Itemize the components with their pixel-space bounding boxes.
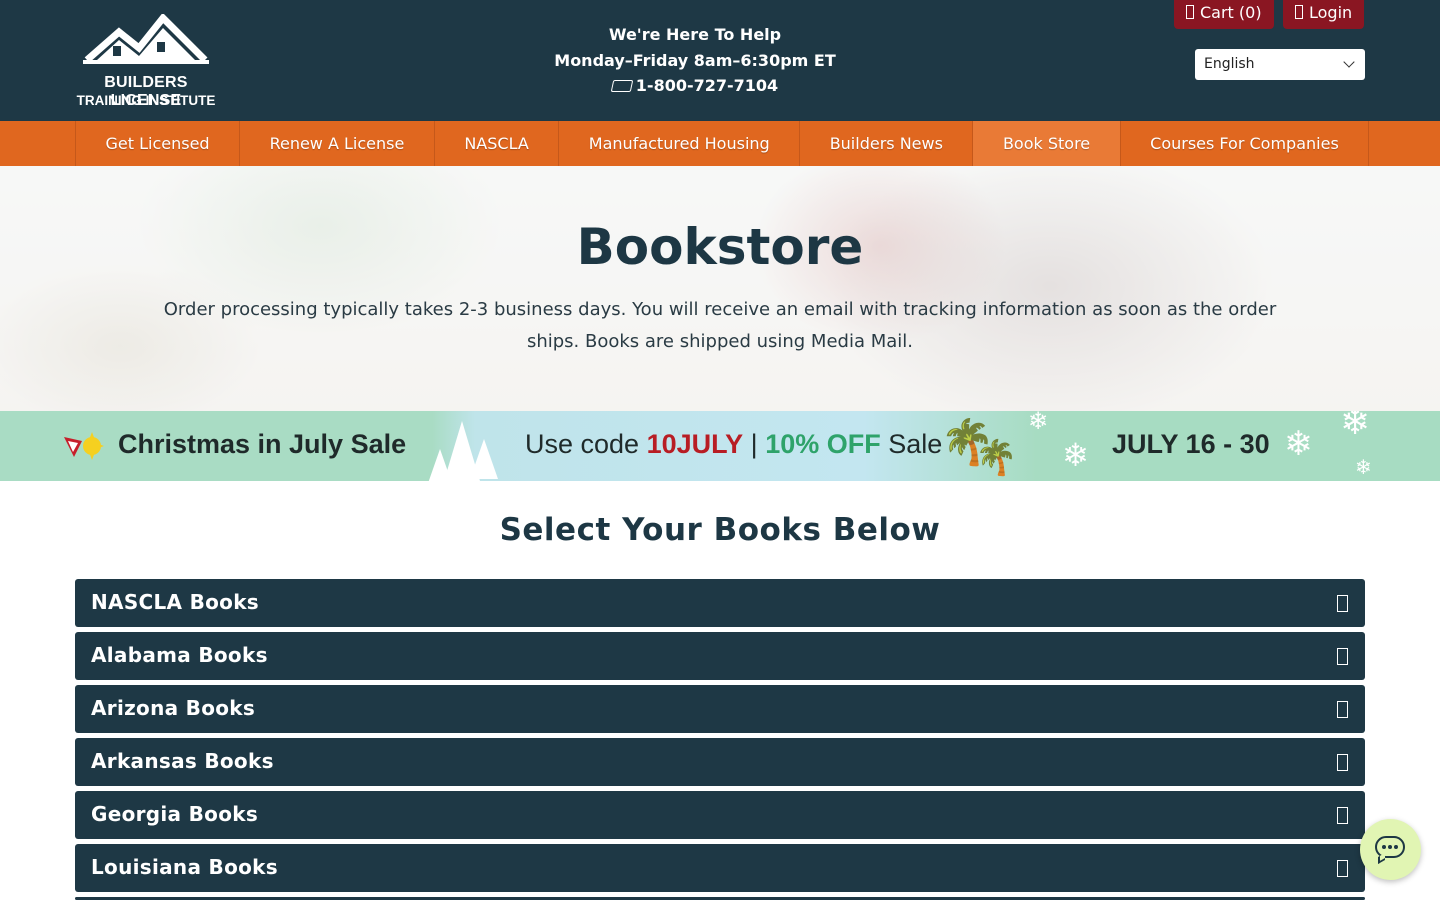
chat-dot bbox=[1394, 845, 1398, 849]
sale-suffix: Sale bbox=[880, 429, 943, 459]
nav-item-builders-news[interactable]: Builders News bbox=[800, 121, 974, 166]
discount-amount: 10% OFF bbox=[765, 429, 881, 459]
help-title: We're Here To Help bbox=[608, 25, 782, 44]
books-section-title: Select Your Books Below bbox=[499, 512, 941, 548]
page-title: Bookstore bbox=[576, 218, 864, 276]
phone-number[interactable]: 1-800-727-7104 bbox=[636, 76, 778, 95]
phone-icon bbox=[610, 80, 634, 92]
login-icon bbox=[1295, 5, 1303, 19]
language-value: English bbox=[1204, 56, 1255, 72]
cart-label: Cart (0) bbox=[1200, 3, 1262, 22]
accordion-label: Louisiana Books bbox=[91, 855, 278, 879]
sun-ornament-icon bbox=[64, 432, 104, 460]
accordion-georgia-books[interactable]: Georgia Books bbox=[75, 791, 1365, 839]
expand-icon bbox=[1337, 701, 1348, 718]
chevron-down-icon bbox=[1343, 56, 1355, 68]
expand-icon bbox=[1337, 648, 1348, 665]
snowflake-icon: ❄ bbox=[1355, 455, 1372, 479]
expand-icon bbox=[1337, 860, 1348, 877]
accordion-louisiana-books[interactable]: Louisiana Books bbox=[75, 844, 1365, 892]
accordion-label: Arizona Books bbox=[91, 696, 256, 720]
login-button[interactable]: Login bbox=[1283, 0, 1365, 29]
accordion-nascla-books[interactable]: NASCLA Books bbox=[75, 579, 1365, 627]
accordion-label: NASCLA Books bbox=[91, 590, 260, 614]
site-logo[interactable]: BUILDERS LICENSE TRAINING INSTITUTE bbox=[75, 14, 220, 110]
accordion-label: Alabama Books bbox=[91, 643, 268, 667]
expand-icon bbox=[1337, 595, 1348, 612]
hero-section: Bookstore Order processing typically tak… bbox=[0, 166, 1440, 411]
snowflake-icon: ❄ bbox=[1028, 411, 1049, 435]
sale-title: Christmas in July Sale bbox=[118, 429, 407, 459]
cart-icon bbox=[1186, 5, 1194, 19]
site-header: BUILDERS LICENSE TRAINING INSTITUTE We'r… bbox=[0, 0, 1440, 121]
house-logo-icon bbox=[83, 14, 209, 64]
expand-icon bbox=[1337, 807, 1348, 824]
nav-item-get-licensed[interactable]: Get Licensed bbox=[76, 121, 241, 166]
help-contact: We're Here To Help Monday–Friday 8am–6:3… bbox=[530, 22, 860, 99]
nav-item-manufactured-housing[interactable]: Manufactured Housing bbox=[559, 121, 801, 166]
nav-item-book-store[interactable]: Book Store bbox=[973, 121, 1121, 166]
sale-code-text: Use code 10JULY | 10% OFF Sale bbox=[525, 429, 942, 460]
sale-prefix: Use code bbox=[525, 429, 647, 459]
tree-icon bbox=[470, 439, 498, 479]
expand-icon bbox=[1337, 754, 1348, 771]
help-hours: Monday–Friday 8am–6:30pm ET bbox=[554, 50, 836, 70]
chat-button[interactable] bbox=[1360, 819, 1421, 880]
nav-item-renew-license[interactable]: Renew A License bbox=[240, 121, 435, 166]
language-select[interactable]: English bbox=[1195, 49, 1365, 80]
accordion-label: Arkansas Books bbox=[91, 749, 274, 773]
nav-list: Get Licensed Renew A License NASCLA Manu… bbox=[75, 121, 1370, 166]
nav-item-nascla[interactable]: NASCLA bbox=[435, 121, 560, 166]
main-nav: Get Licensed Renew A License NASCLA Manu… bbox=[0, 121, 1440, 166]
nav-item-courses-for-companies[interactable]: Courses For Companies bbox=[1121, 121, 1370, 166]
accordion-arizona-books[interactable]: Arizona Books bbox=[75, 685, 1365, 733]
hero-description: Order processing typically takes 2-3 bus… bbox=[163, 299, 1277, 352]
sale-separator: | bbox=[743, 429, 766, 459]
login-label: Login bbox=[1309, 3, 1353, 22]
help-phone[interactable]: 1-800-727-7104 bbox=[530, 73, 860, 99]
sale-banner[interactable]: Christmas in July Sale Use code 10JULY |… bbox=[0, 411, 1440, 481]
chat-dot bbox=[1388, 845, 1392, 849]
promo-code: 10JULY bbox=[646, 429, 744, 459]
accordion-alabama-books[interactable]: Alabama Books bbox=[75, 632, 1365, 680]
accordion-label: Georgia Books bbox=[91, 802, 259, 826]
snowflake-icon: ❄ bbox=[1340, 411, 1371, 443]
cart-button[interactable]: Cart (0) bbox=[1174, 0, 1274, 29]
snowflake-icon: ❄ bbox=[1284, 424, 1313, 464]
accordion-arkansas-books[interactable]: Arkansas Books bbox=[75, 738, 1365, 786]
chat-dot bbox=[1382, 845, 1386, 849]
logo-text-line2: TRAINING INSTITUTE bbox=[76, 93, 216, 108]
snowflake-icon: ❄ bbox=[1062, 436, 1089, 474]
sale-dates: JULY 16 - 30 bbox=[1112, 429, 1270, 459]
palm-tree-icon: 🌴 bbox=[975, 438, 1018, 478]
